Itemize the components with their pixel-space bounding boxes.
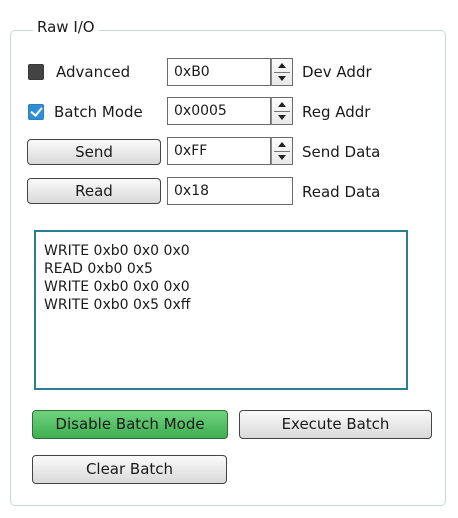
advanced-checkbox[interactable] [28, 64, 44, 80]
spin-up-icon[interactable] [278, 63, 286, 68]
batch-mode-checkbox[interactable] [28, 104, 44, 120]
groupbox-title: Raw I/O [33, 18, 99, 36]
clear-batch-button[interactable]: Clear Batch [32, 455, 227, 484]
log-line: WRITE 0xb0 0x0 0x0 [44, 279, 190, 295]
spin-down-icon[interactable] [278, 155, 286, 160]
send-data-spinner[interactable] [271, 137, 293, 165]
spin-up-icon[interactable] [278, 142, 286, 147]
dev-addr-label: Dev Addr [302, 63, 372, 81]
disable-batch-mode-button[interactable]: Disable Batch Mode [32, 410, 228, 439]
batch-mode-label: Batch Mode [54, 103, 143, 121]
reg-addr-input[interactable]: 0x0005 [167, 97, 271, 125]
send-button[interactable]: Send [27, 139, 161, 165]
execute-batch-button[interactable]: Execute Batch [239, 410, 432, 439]
advanced-label: Advanced [56, 63, 131, 81]
reg-addr-label: Reg Addr [302, 103, 371, 121]
reg-addr-spinner[interactable] [271, 97, 293, 125]
spin-down-icon[interactable] [278, 76, 286, 81]
dev-addr-spinner[interactable] [271, 58, 293, 86]
spin-up-icon[interactable] [278, 102, 286, 107]
log-line: WRITE 0xb0 0x5 0xff [44, 297, 191, 313]
read-data-label: Read Data [302, 183, 381, 201]
log-line: WRITE 0xb0 0x0 0x0 [44, 243, 190, 259]
dev-addr-input[interactable]: 0xB0 [167, 58, 271, 86]
read-data-field: 0x18 [167, 177, 293, 205]
batch-log[interactable]: WRITE 0xb0 0x0 0x0 READ 0xb0 0x5 WRITE 0… [34, 230, 408, 390]
send-data-input[interactable]: 0xFF [167, 137, 271, 165]
send-data-label: Send Data [302, 143, 381, 161]
spin-down-icon[interactable] [278, 115, 286, 120]
log-line: READ 0xb0 0x5 [44, 261, 153, 277]
read-button[interactable]: Read [27, 178, 161, 204]
